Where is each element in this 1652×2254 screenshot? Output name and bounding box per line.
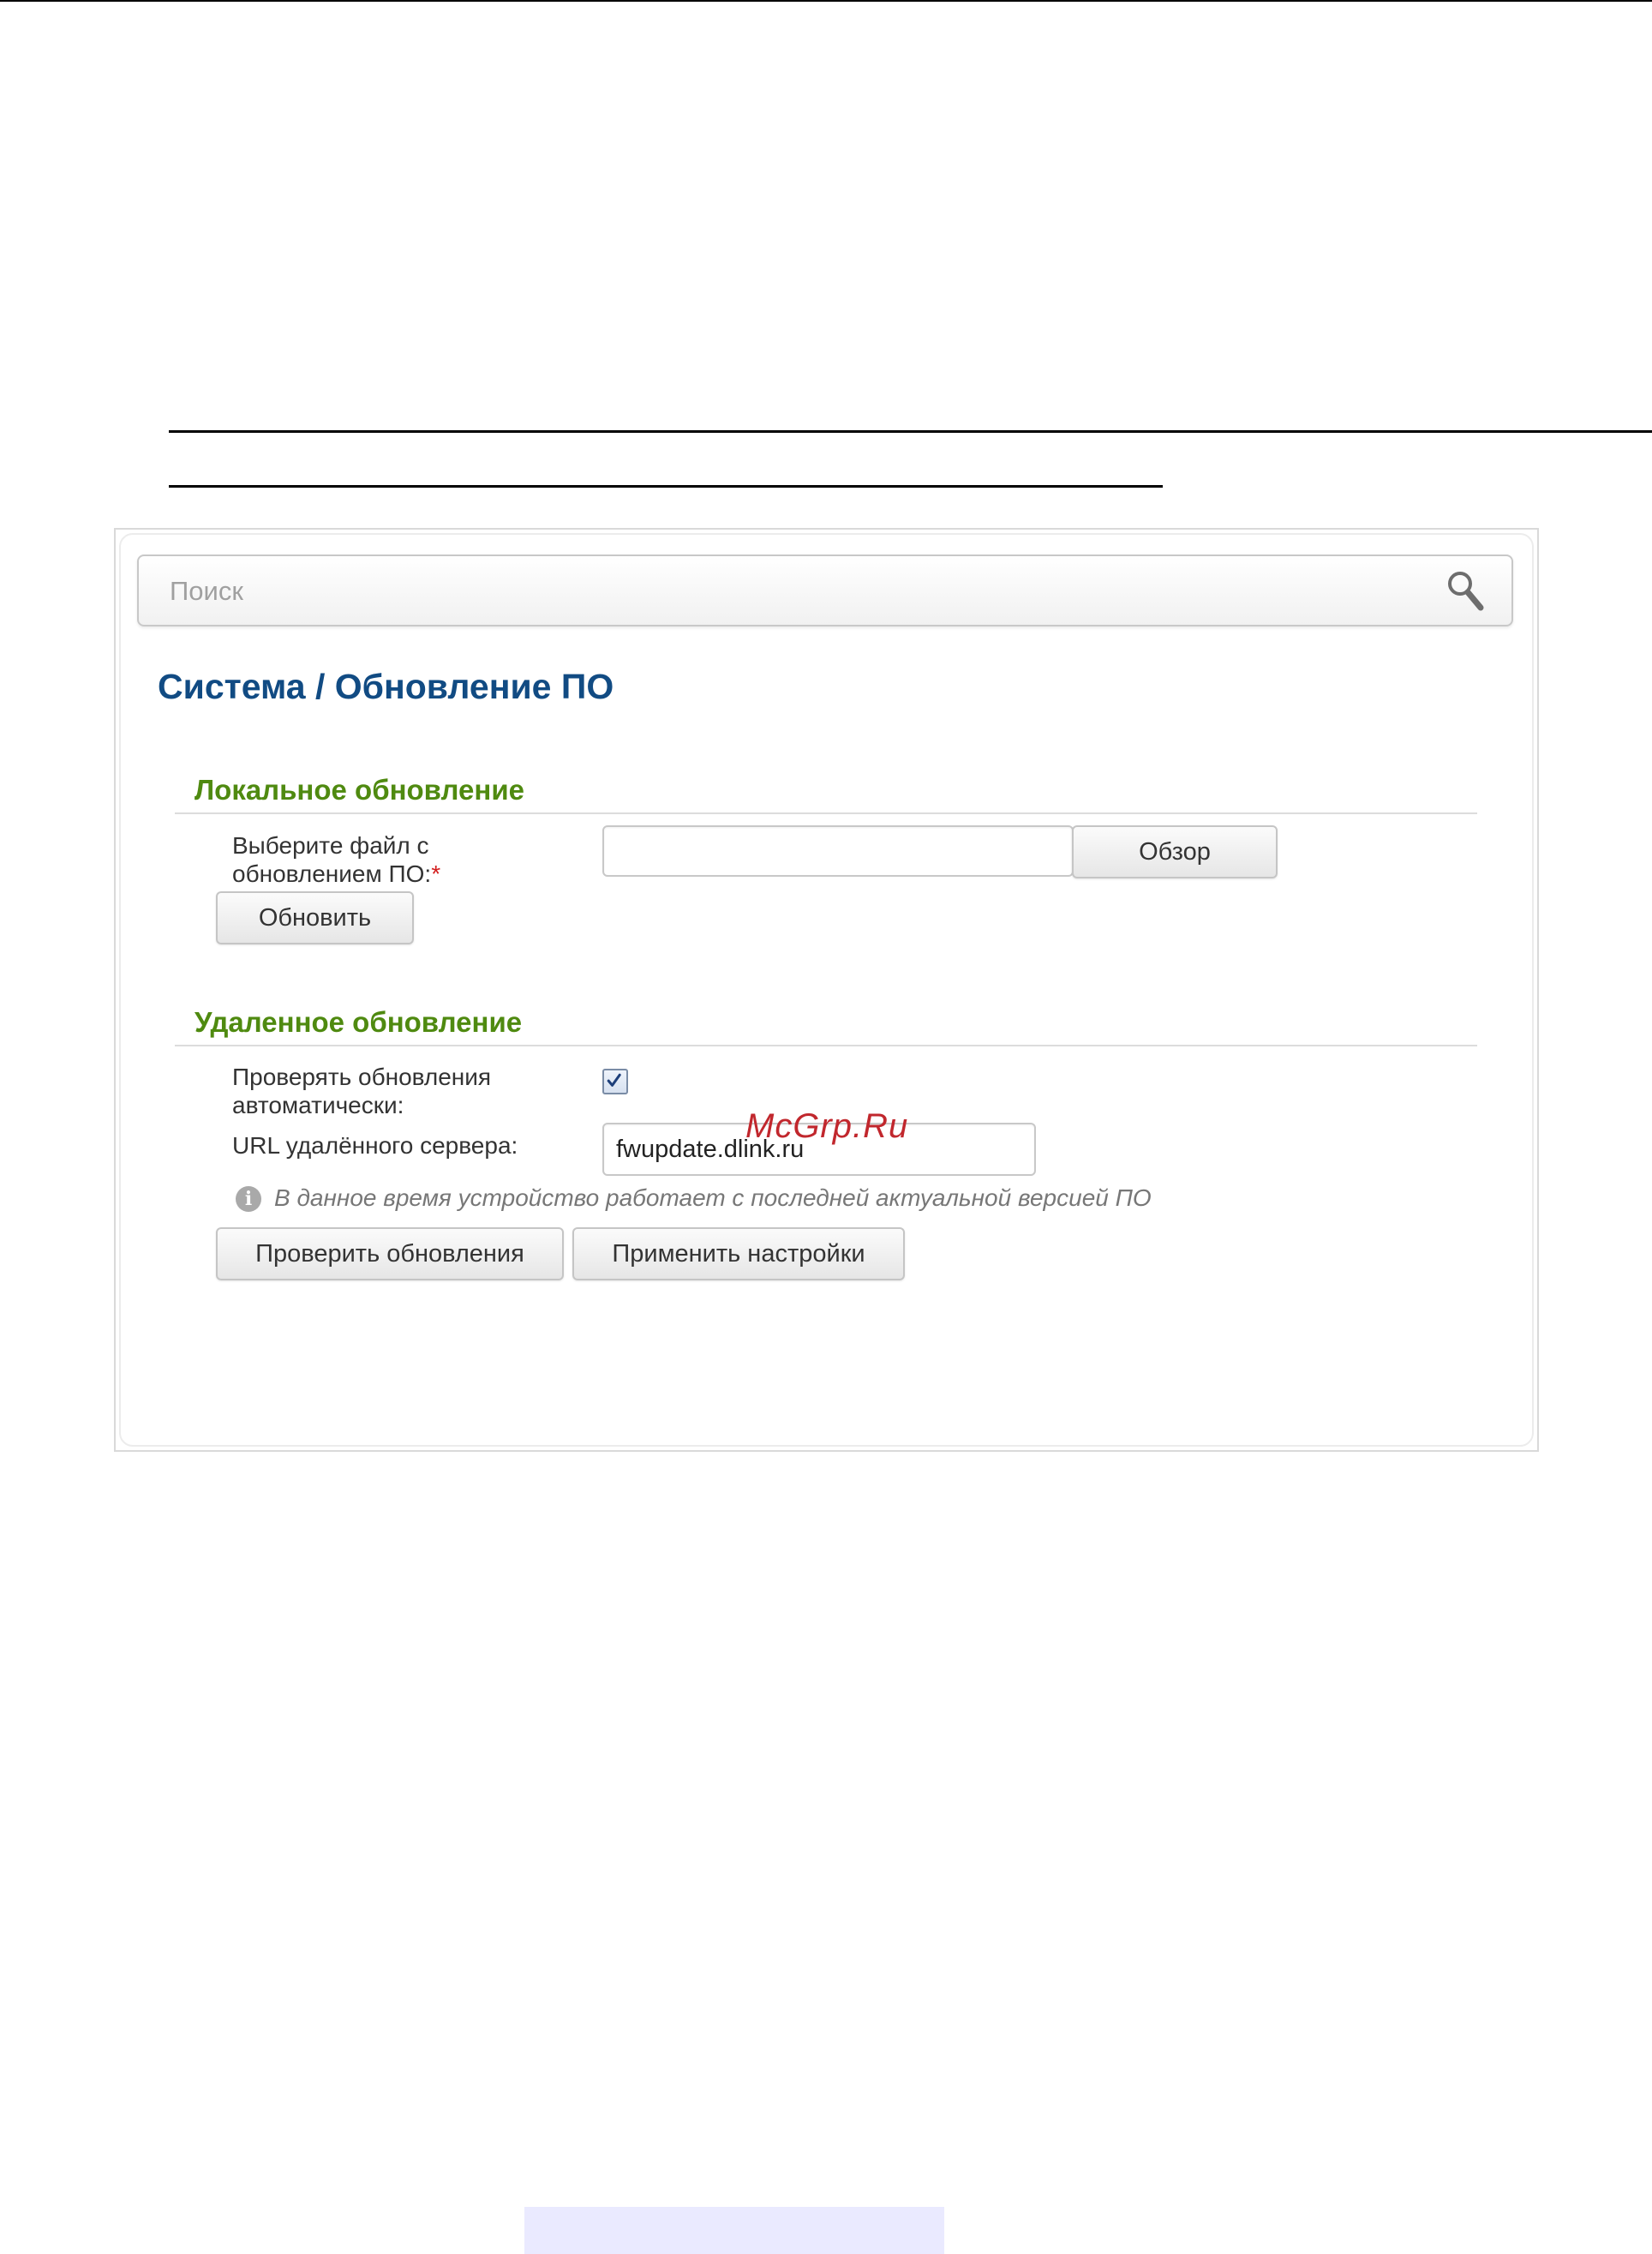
browse-button[interactable]: Обзор [1072,825,1278,878]
search-input[interactable] [168,572,1405,611]
page-title: Система / Обновление ПО [158,667,614,706]
separator-line-short [169,485,1163,488]
auto-check-label-line2: автоматически: [232,1092,404,1118]
auto-check-label-line1: Проверять обновления [232,1064,492,1090]
separator-line-long [169,430,1652,433]
local-update-title: Локальное обновление [195,774,524,806]
auto-check-checkbox[interactable] [602,1069,628,1094]
update-button[interactable]: Обновить [216,891,414,944]
remote-update-title: Удаленное обновление [195,1006,523,1038]
search-bar [137,555,1513,626]
local-update-divider [175,812,1477,814]
file-label-line2: обновлением ПО: [232,860,432,887]
file-label-line1: Выберите файл с [232,832,429,859]
top-border [0,0,1652,2]
info-message: В данное время устройство работает с пос… [274,1184,1152,1211]
search-icon[interactable] [1445,568,1487,616]
checkmark-icon [607,1073,621,1087]
file-label-line2-wrap: обновлением ПО:* [232,860,440,888]
auto-check-label: Проверять обновления автоматически: [232,1063,491,1119]
watermark: McGrp.Ru [745,1107,909,1145]
remote-update-divider [175,1045,1477,1046]
check-updates-button[interactable]: Проверить обновления [216,1227,564,1280]
file-label: Выберите файл с обновлением ПО:* [232,831,440,888]
info-icon: i [236,1186,261,1212]
apply-settings-button[interactable]: Применить настройки [572,1227,905,1280]
url-label: URL удалённого сервера: [232,1132,518,1159]
required-mark: * [431,860,441,887]
footer-block [524,2207,944,2254]
file-path-field[interactable] [602,825,1074,877]
